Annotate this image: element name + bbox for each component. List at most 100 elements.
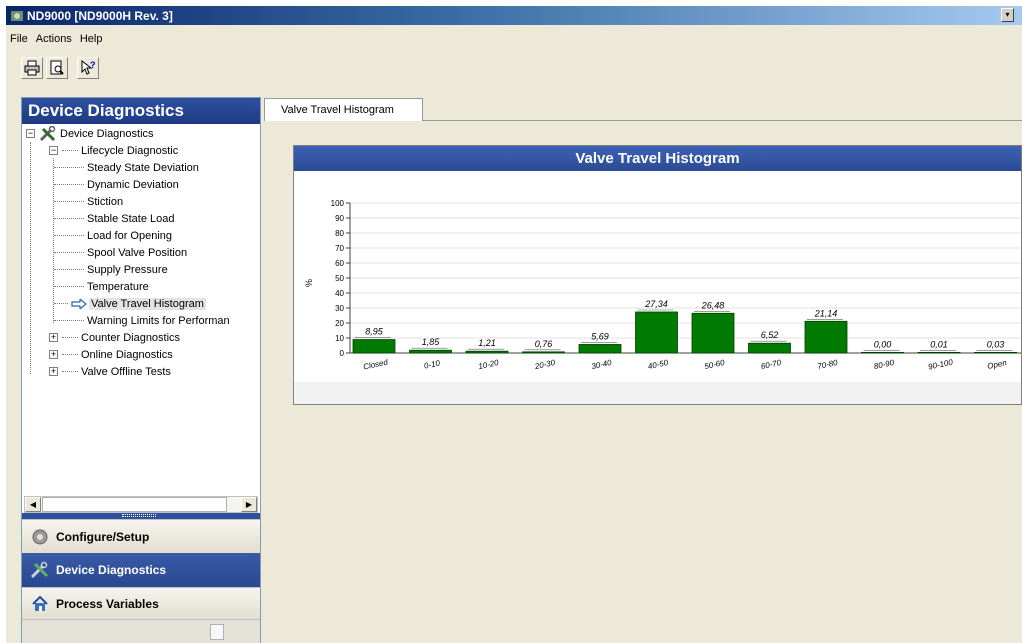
print-button[interactable] bbox=[21, 57, 43, 79]
toolbar: ? bbox=[6, 52, 1022, 88]
menu-actions[interactable]: Actions bbox=[32, 33, 76, 45]
tree-item[interactable]: Stable State Load bbox=[54, 210, 174, 227]
app-icon bbox=[11, 10, 23, 21]
nav-device-diagnostics[interactable]: Device Diagnostics bbox=[22, 553, 260, 587]
tree-root-label: Device Diagnostics bbox=[60, 127, 154, 140]
value-label: 1,85 bbox=[422, 337, 441, 347]
y-tick-label: 20 bbox=[335, 319, 344, 328]
x-tick-label: 80-90 bbox=[873, 358, 895, 371]
histogram-bar bbox=[409, 349, 452, 354]
svg-text:?: ? bbox=[90, 60, 96, 70]
scroll-thumb[interactable] bbox=[42, 497, 227, 512]
x-tick-label: 10-20 bbox=[478, 358, 500, 371]
nav-configure-label: Configure/Setup bbox=[56, 529, 150, 544]
x-tick-label: 40-50 bbox=[647, 358, 669, 371]
value-label: 5,69 bbox=[591, 331, 609, 341]
y-tick-label: 0 bbox=[340, 349, 345, 358]
tree-node-root[interactable]: − Device Diagnostics bbox=[26, 125, 154, 142]
window-titlebar: ND9000 [ND9000H Rev. 3] ▾ bbox=[6, 6, 1022, 25]
tree-connector bbox=[62, 354, 78, 355]
tab-valve-travel-histogram[interactable]: Valve Travel Histogram bbox=[264, 98, 423, 121]
tree-node-offline[interactable]: + Valve Offline Tests bbox=[49, 363, 171, 380]
tree-guide-line bbox=[30, 142, 31, 374]
splitter-grip-icon bbox=[122, 514, 156, 517]
expand-icon[interactable]: + bbox=[49, 367, 58, 376]
nav-diagnostics-label: Device Diagnostics bbox=[56, 563, 167, 577]
expand-icon[interactable]: + bbox=[49, 350, 58, 359]
x-tick-label: 0-10 bbox=[423, 358, 441, 370]
tree-item-label: Stable State Load bbox=[87, 212, 175, 225]
tree-item-label: Warning Limits for Performan bbox=[87, 314, 230, 327]
value-label: 0,00 bbox=[874, 339, 892, 349]
value-label: 0,03 bbox=[987, 339, 1005, 349]
tools-icon bbox=[39, 125, 56, 141]
window-menu-dropdown[interactable]: ▾ bbox=[1001, 8, 1014, 22]
tree-connector bbox=[62, 337, 78, 338]
scroll-right-button[interactable]: ▶ bbox=[241, 497, 257, 512]
value-label: 0,01 bbox=[930, 339, 948, 349]
value-label: 0,76 bbox=[535, 339, 553, 349]
tree-item[interactable]: Stiction bbox=[54, 193, 123, 210]
y-tick-label: 10 bbox=[335, 334, 344, 343]
tree-item[interactable]: Dynamic Deviation bbox=[54, 176, 179, 193]
tree-item[interactable]: Load for Opening bbox=[54, 227, 172, 244]
tree-horizontal-scrollbar[interactable]: ◀ ▶ bbox=[24, 496, 258, 513]
tree-item[interactable]: Temperature bbox=[54, 278, 149, 295]
print-preview-button[interactable] bbox=[46, 57, 68, 79]
tree-node-counter[interactable]: + Counter Diagnostics bbox=[49, 329, 180, 346]
tree-item[interactable]: Warning Limits for Performan bbox=[54, 312, 230, 329]
tree-node-online[interactable]: + Online Diagnostics bbox=[49, 346, 173, 363]
arrow-right-icon bbox=[71, 298, 87, 309]
scroll-left-button[interactable]: ◀ bbox=[25, 497, 41, 512]
tree-item-selected[interactable]: Valve Travel Histogram bbox=[54, 295, 206, 312]
panel-title: Device Diagnostics bbox=[22, 98, 260, 124]
menu-bar: File Actions Help bbox=[6, 25, 1022, 52]
tree-item[interactable]: Supply Pressure bbox=[54, 261, 168, 278]
tree-group-label: Valve Offline Tests bbox=[81, 365, 171, 378]
x-tick-label: 60-70 bbox=[760, 358, 782, 371]
tree-connector bbox=[54, 201, 84, 202]
x-tick-label: Closed bbox=[362, 357, 389, 371]
y-tick-label: 40 bbox=[335, 289, 344, 298]
tree-connector bbox=[54, 320, 84, 321]
histogram-bar bbox=[748, 342, 791, 354]
tree-item[interactable]: Steady State Deviation bbox=[54, 159, 199, 176]
value-label: 8,95 bbox=[365, 327, 384, 337]
context-help-icon: ? bbox=[81, 60, 96, 75]
nav-process-variables[interactable]: Process Variables bbox=[22, 587, 260, 619]
tree-group-label: Online Diagnostics bbox=[81, 348, 173, 361]
tree-connector bbox=[54, 269, 84, 270]
histogram-bar bbox=[522, 351, 565, 354]
tree-connector bbox=[62, 150, 78, 151]
expand-icon[interactable]: + bbox=[49, 333, 58, 342]
tree-node-lifecycle[interactable]: − Lifecycle Diagnostic bbox=[49, 142, 178, 159]
context-help-button[interactable]: ? bbox=[77, 57, 99, 79]
tree-connector bbox=[54, 252, 84, 253]
tree-connector bbox=[54, 286, 84, 287]
tree-item-label: Stiction bbox=[87, 195, 124, 208]
tree-item[interactable]: Spool Valve Position bbox=[54, 244, 187, 261]
tree-item-label: Load for Opening bbox=[87, 229, 173, 242]
nav-configure-setup[interactable]: Configure/Setup bbox=[22, 519, 260, 553]
home-icon bbox=[30, 594, 50, 614]
menu-file[interactable]: File bbox=[6, 33, 32, 45]
histogram-bar bbox=[974, 351, 1017, 354]
gear-icon bbox=[30, 527, 50, 547]
y-tick-label: 30 bbox=[335, 304, 344, 313]
tree-connector bbox=[54, 303, 68, 304]
collapse-icon[interactable]: − bbox=[49, 146, 58, 155]
panel-options-icon[interactable] bbox=[210, 624, 224, 640]
histogram-chart-panel: Valve Travel Histogram 0 10 20 30 40 50 60 70 80… bbox=[293, 145, 1022, 405]
y-axis-label: % bbox=[304, 279, 314, 287]
menu-help[interactable]: Help bbox=[76, 33, 107, 45]
value-label: 6,52 bbox=[761, 330, 779, 340]
nav-process-label: Process Variables bbox=[56, 596, 159, 611]
collapse-icon[interactable]: − bbox=[26, 129, 35, 138]
tree-connector bbox=[54, 235, 84, 236]
tree-item-label: Temperature bbox=[87, 280, 149, 293]
print-preview-icon bbox=[50, 60, 64, 75]
tools-icon bbox=[30, 560, 50, 580]
diagnostics-tree: − Device Diagnostics − Lifecycle Diagnos… bbox=[22, 125, 260, 485]
value-label: 1,21 bbox=[478, 338, 496, 348]
value-label: 26,48 bbox=[701, 300, 725, 310]
